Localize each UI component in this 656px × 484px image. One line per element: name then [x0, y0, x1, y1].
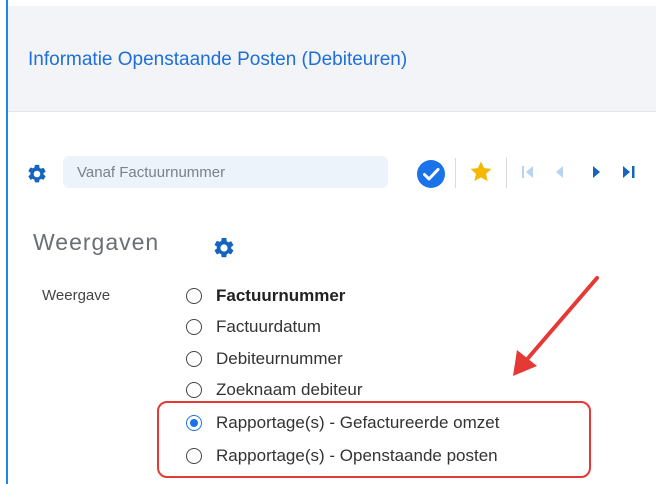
- view-option-zoeknaam[interactable]: Zoeknaam debiteur: [186, 379, 362, 401]
- view-option-factuurdatum[interactable]: Factuurdatum: [186, 316, 321, 338]
- gear-icon[interactable]: [26, 163, 48, 185]
- star-icon[interactable]: [468, 159, 494, 185]
- views-heading: Weergaven: [33, 229, 160, 255]
- toolbar: [8, 150, 656, 194]
- search-input[interactable]: [63, 156, 388, 188]
- app-window: Informatie Openstaande Posten (Debiteure…: [0, 0, 656, 484]
- title-bar: Informatie Openstaande Posten (Debiteure…: [8, 6, 656, 112]
- radio-button[interactable]: [186, 288, 202, 304]
- gear-icon[interactable]: [212, 236, 236, 260]
- view-option-debiteurnummer[interactable]: Debiteurnummer: [186, 348, 343, 370]
- view-option-label: Factuurdatum: [216, 317, 321, 336]
- annotation-highlight-box: [157, 401, 591, 478]
- window-title: Informatie Openstaande Posten (Debiteure…: [28, 49, 408, 70]
- toolbar-divider: [455, 158, 456, 188]
- view-field-label: Weergave: [42, 287, 111, 304]
- check-circle-icon[interactable]: [416, 159, 446, 189]
- radio-button[interactable]: [186, 319, 202, 335]
- first-page-icon[interactable]: [521, 164, 535, 180]
- last-page-icon[interactable]: [621, 164, 637, 180]
- previous-icon[interactable]: [553, 164, 565, 180]
- next-icon[interactable]: [591, 164, 603, 180]
- view-option-label: Debiteurnummer: [216, 349, 343, 368]
- view-option-factuurnummer[interactable]: Factuurnummer: [186, 285, 345, 307]
- radio-button[interactable]: [186, 382, 202, 398]
- annotation-arrow-icon: [513, 276, 599, 376]
- radio-button[interactable]: [186, 351, 202, 367]
- view-option-label: Factuurnummer: [216, 286, 346, 305]
- view-option-label: Zoeknaam debiteur: [216, 380, 363, 399]
- toolbar-divider: [506, 158, 507, 188]
